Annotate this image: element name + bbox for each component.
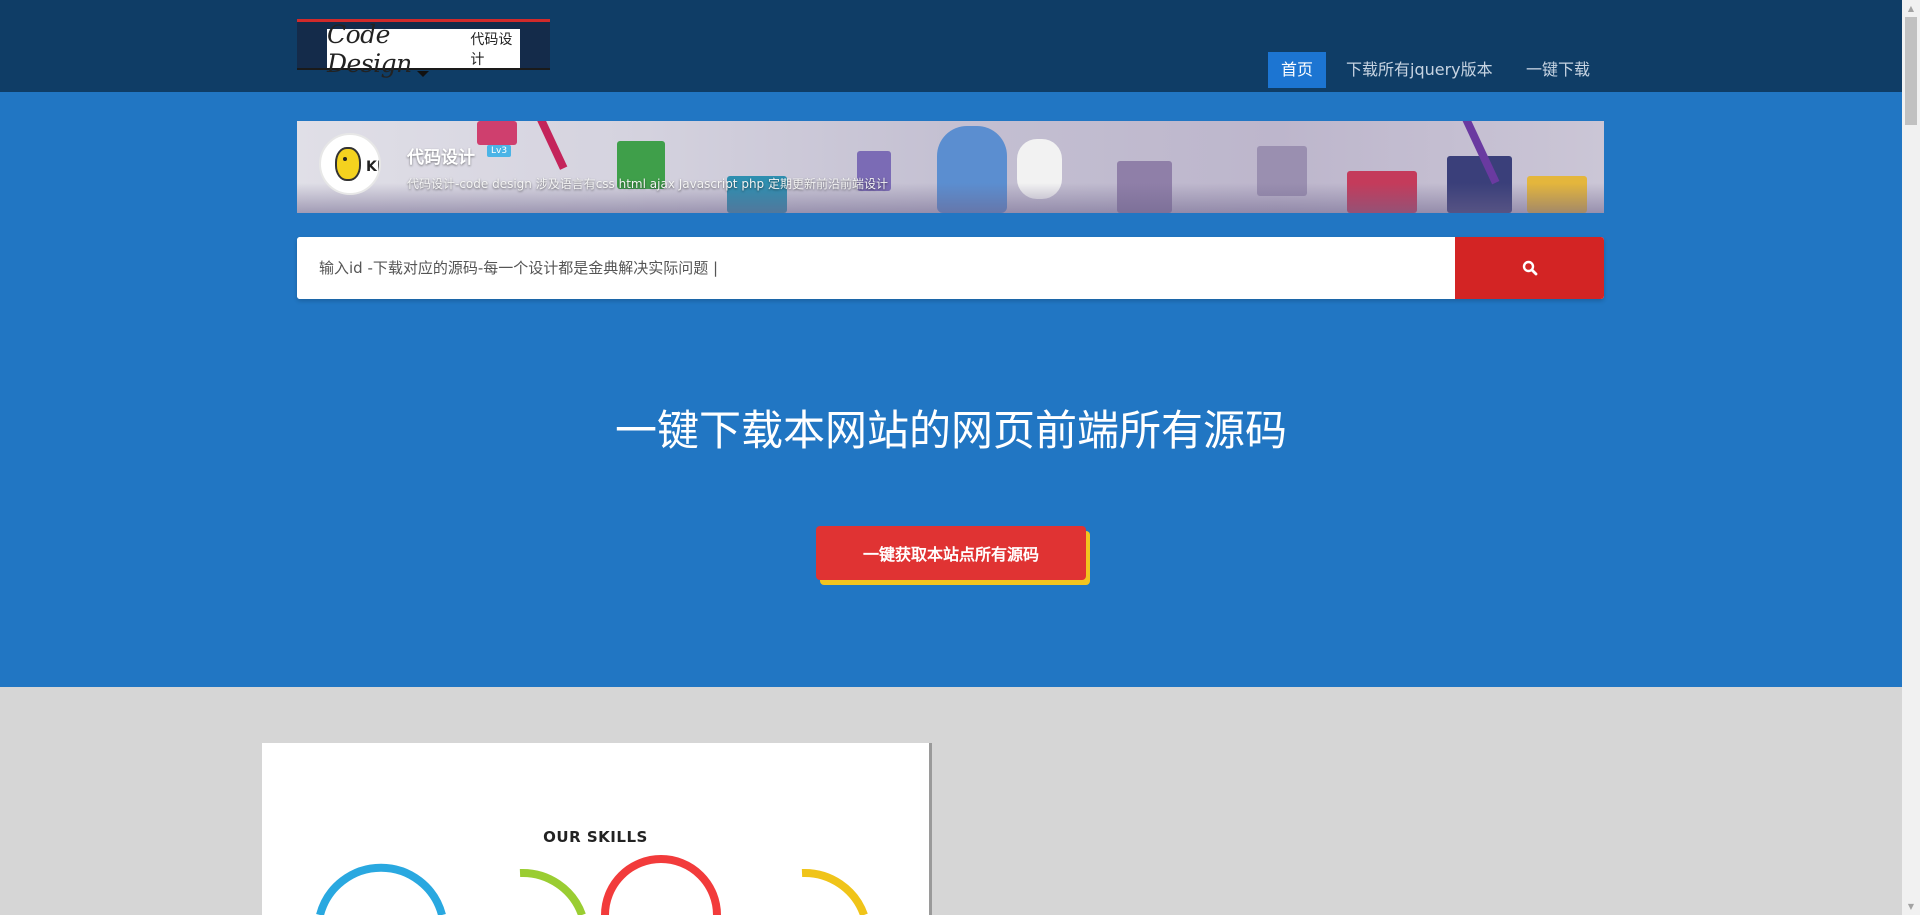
profile-name: 代码设计 — [407, 148, 475, 168]
profile-description: 代码设计-code design 涉及语言有css html ajax Java… — [407, 177, 888, 191]
scroll-up-arrow-icon[interactable]: ▲ — [1902, 0, 1920, 17]
download-all-button[interactable]: 一键获取本站点所有源码 — [816, 526, 1086, 580]
avatar[interactable]: KI — [319, 133, 381, 195]
skill-arc-red — [601, 855, 721, 915]
scrollbar-thumb[interactable] — [1905, 17, 1917, 125]
ribbon-decoration — [534, 121, 568, 170]
gift-box-decoration — [477, 121, 517, 145]
search-icon — [1522, 260, 1537, 276]
nav-item-one-click-download[interactable]: 一键下载 — [1513, 52, 1603, 88]
site-logo[interactable]: Code Design 代码设计 — [297, 19, 550, 78]
nav-item-home[interactable]: 首页 — [1268, 52, 1327, 88]
avatar-mark: KI — [366, 159, 381, 175]
skills-preview-card[interactable]: OUR SKILLS — [262, 743, 932, 915]
logo-script-text: Code Design — [327, 19, 412, 78]
level-badge: Lv3 — [487, 145, 512, 157]
skill-arc-green — [519, 868, 586, 915]
nav-item-jquery-versions[interactable]: 下载所有jquery版本 — [1333, 52, 1506, 88]
logo-cn-text: 代码设计 — [470, 31, 513, 68]
caret-down-icon — [417, 71, 429, 77]
chick-eye — [343, 157, 347, 161]
scroll-down-arrow-icon[interactable]: ▼ — [1902, 898, 1920, 915]
hero-section: KI 代码设计 Lv3 代码设计-code design 涉及语言有css ht… — [0, 92, 1902, 687]
search-input[interactable] — [297, 237, 1455, 299]
search-bar — [297, 237, 1604, 299]
search-button[interactable] — [1455, 237, 1604, 299]
skill-arc-yellow — [801, 868, 868, 915]
top-navbar: Code Design 代码设计 首页 下载所有jquery版本 一键下载 — [0, 0, 1902, 92]
logo-card: Code Design 代码设计 — [327, 20, 520, 78]
hero-headline: 一键下载本网站的网页前端所有源码 — [614, 406, 1287, 455]
skills-arcs — [316, 855, 868, 915]
chick-mascot-icon — [335, 147, 361, 181]
profile-banner: KI 代码设计 Lv3 代码设计-code design 涉及语言有css ht… — [297, 121, 1604, 213]
page-scrollbar[interactable]: ▲ ▼ — [1902, 0, 1920, 915]
skill-arc-blue — [316, 863, 446, 915]
